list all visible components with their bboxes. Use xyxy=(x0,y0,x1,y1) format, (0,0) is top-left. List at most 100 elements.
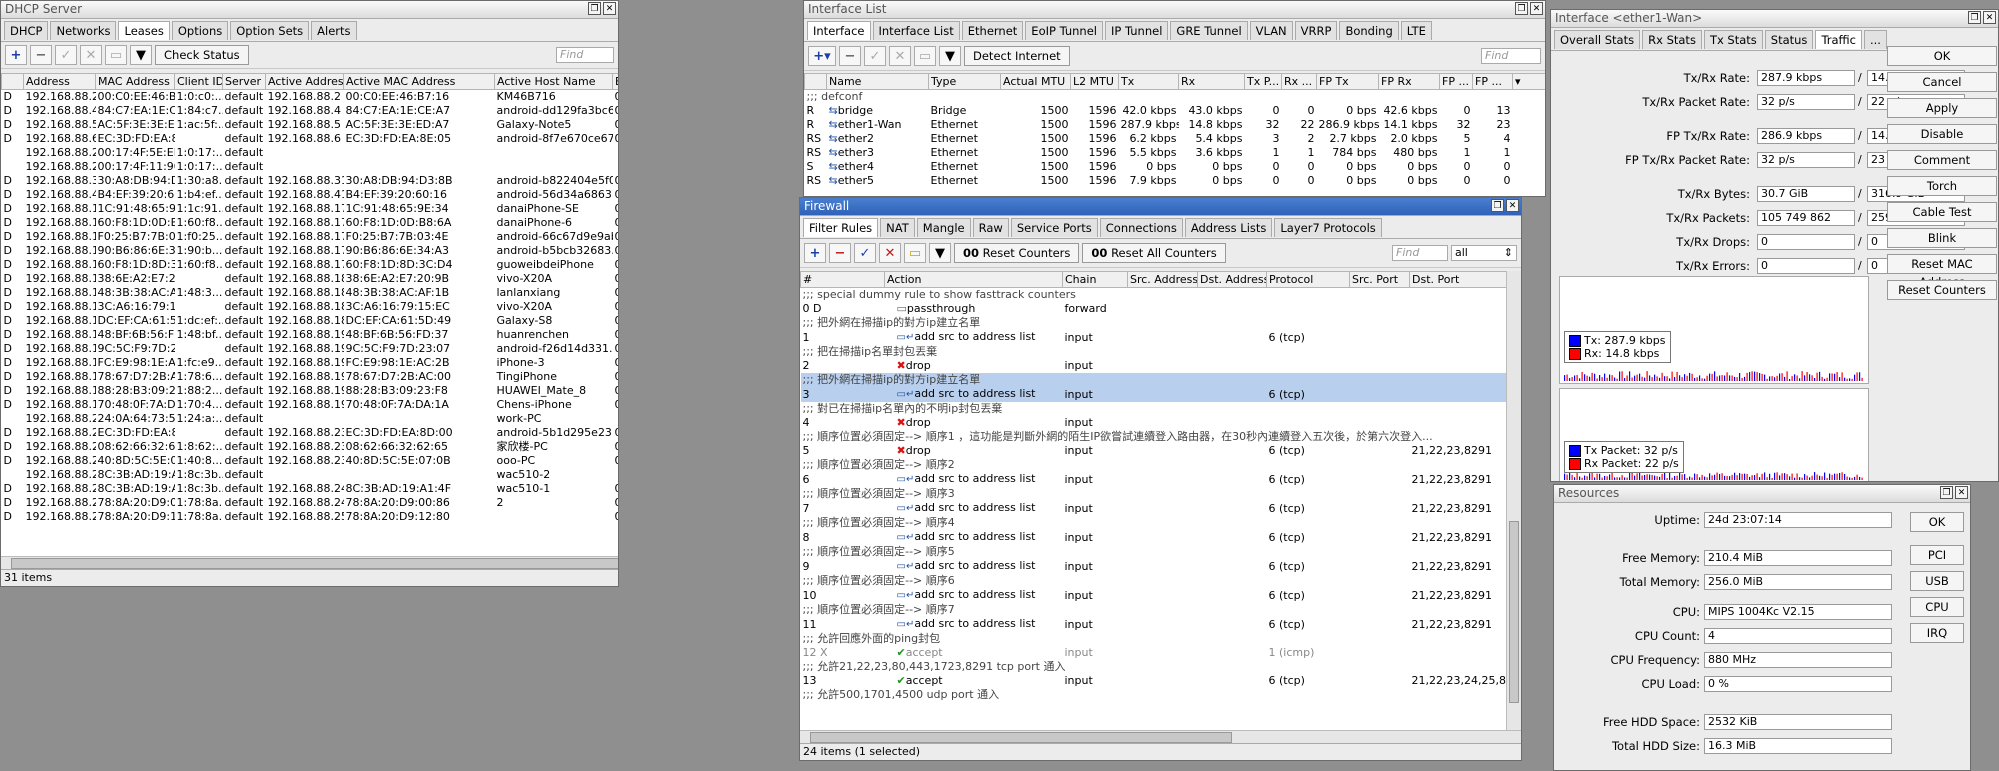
tab-interface[interactable]: Interface xyxy=(807,21,871,40)
column-header[interactable]: FP ... xyxy=(1472,73,1513,90)
table-row[interactable]: 192.168.88.2100:17:4F:11:90:2B1:0:17:...… xyxy=(2,160,619,174)
scroll-thumb[interactable] xyxy=(1509,521,1519,703)
column-header[interactable]: Src. Address xyxy=(1127,271,1198,288)
horizontal-scrollbar[interactable] xyxy=(800,730,1521,743)
cpu-button[interactable]: CPU xyxy=(1910,597,1964,617)
column-header[interactable]: Active Host Name xyxy=(494,73,613,90)
tab-gre-tunnel[interactable]: GRE Tunnel xyxy=(1170,21,1248,40)
reset-all-counters-button[interactable]: 00 Reset All Counters xyxy=(1082,243,1226,263)
comment-button[interactable]: Comment xyxy=(1887,150,1997,170)
restore-icon[interactable]: ❐ xyxy=(1515,2,1528,15)
column-header[interactable]: # xyxy=(800,271,885,288)
comment-row[interactable]: ;;; 順序位置必須固定--> 順序6 xyxy=(801,574,1508,588)
table-row[interactable]: D192.168.88.23940:8D:5C:5E:07:0B1:40:8..… xyxy=(2,454,619,468)
irq-button[interactable]: IRQ xyxy=(1910,623,1964,643)
table-row[interactable]: 2 ✖drop input xyxy=(801,359,1508,373)
column-header[interactable]: Name xyxy=(826,73,929,90)
table-row[interactable]: D192.168.88.17890:B6:86:6E:34:A31:90:b..… xyxy=(2,244,619,258)
table-row[interactable]: 192.168.88.23324:0A:64:73:5E:A31:24:a:..… xyxy=(2,412,619,426)
comment-row[interactable]: ;;; 順序位置必須固定--> 順序5 xyxy=(801,545,1508,559)
tab-mangle[interactable]: Mangle xyxy=(916,218,971,237)
find-input[interactable]: Find xyxy=(1481,48,1541,64)
table-row[interactable]: 192.168.88.2000:17:4F:5E:EE1:0:17:...def… xyxy=(2,146,619,160)
column-header[interactable]: Tx P... xyxy=(1244,73,1282,90)
comment-row[interactable]: ;;; 允許500,1701,4500 udp port 通入 xyxy=(801,688,1508,702)
field-value-tx[interactable]: 287.9 kbps xyxy=(1757,70,1855,86)
table-row[interactable]: RS ⇆ether3 Ethernet 1500 1596 5.5 kbps 3.6 kbp… xyxy=(805,146,1546,160)
find-input[interactable]: Find xyxy=(1392,245,1448,261)
table-row[interactable]: D192.168.88.18348:3B:38:AC:AF:...1:48:3.… xyxy=(2,286,619,300)
table-row[interactable]: R ⇆bridge Bridge 1500 1596 42.0 kbps 43.0 kbps… xyxy=(805,104,1546,118)
field-value[interactable]: MIPS 1004Kc V2.15 xyxy=(1704,604,1892,620)
find-input[interactable]: Find xyxy=(556,47,614,63)
firewall-title-bar[interactable]: Firewall ❐ ✕ xyxy=(800,198,1521,216)
column-header[interactable]: FP Tx xyxy=(1316,73,1379,90)
table-row[interactable]: 7 ▭↵add src to address list input 6 (tcp) 21… xyxy=(801,501,1508,516)
tab-dhcp[interactable]: DHCP xyxy=(4,21,49,40)
add-icon[interactable]: + xyxy=(5,45,27,65)
table-row[interactable]: D192.168.88.6EC:3D:FD:EA:8E:...default19… xyxy=(2,132,619,146)
table-row[interactable]: S ⇆ether4 Ethernet 1500 1596 0 bps 0 bps 0 0 0 bp… xyxy=(805,160,1546,174)
comment-row[interactable]: ;;; defconf xyxy=(805,90,1546,105)
tab-item[interactable]: ... xyxy=(1864,30,1887,49)
field-value[interactable]: 256.0 MiB xyxy=(1704,574,1892,590)
dhcp-title-bar[interactable]: DHCP Server ❐ ✕ xyxy=(1,1,618,19)
add-icon[interactable]: + xyxy=(804,243,826,263)
tab-options[interactable]: Options xyxy=(171,21,229,40)
remove-icon[interactable]: − xyxy=(839,46,861,66)
cancel-button[interactable]: Cancel xyxy=(1887,72,1997,92)
column-menu-icon[interactable]: ▾ xyxy=(1512,73,1545,90)
column-header[interactable]: FP ... xyxy=(1439,73,1473,90)
column-header[interactable]: MAC Address xyxy=(95,73,175,90)
table-row[interactable]: 6 ▭↵add src to address list input 6 (tcp) 21… xyxy=(801,472,1508,487)
enable-icon[interactable]: ✓ xyxy=(55,45,77,65)
table-row[interactable]: 4 ✖drop input xyxy=(801,416,1508,430)
comment-row[interactable]: ;;; special dummy rule to show fasttrack… xyxy=(801,288,1508,303)
disable-icon[interactable]: ✕ xyxy=(80,45,102,65)
scroll-thumb[interactable] xyxy=(11,558,618,569)
filter-icon[interactable]: ▼ xyxy=(929,243,951,263)
tab-service-ports[interactable]: Service Ports xyxy=(1010,218,1098,237)
column-header[interactable]: Active Address xyxy=(265,73,344,90)
table-row[interactable]: 192.168.88.2418C:3B:AD:19:A1:...1:8c:3b.… xyxy=(2,468,619,482)
enable-icon[interactable]: ✓ xyxy=(864,46,886,66)
tab-raw[interactable]: Raw xyxy=(972,218,1009,237)
iface-title-bar[interactable]: Interface List ❐ ✕ xyxy=(804,1,1545,19)
ok-button[interactable]: OK xyxy=(1910,512,1964,532)
column-header[interactable]: Src. Port xyxy=(1349,271,1410,288)
field-value[interactable]: 4 xyxy=(1704,628,1892,644)
comment-row[interactable]: ;;; 把外網在掃描ip的對方ip建立名單 xyxy=(800,373,1507,387)
table-row[interactable]: D192.168.88.1751C:91:48:65:9E:341:1c:91.… xyxy=(2,202,619,216)
column-header[interactable]: Address xyxy=(23,73,96,90)
table-row[interactable]: D192.168.88.17660:F8:1D:0D:B8:6A1:60:f8.… xyxy=(2,216,619,230)
tab-status[interactable]: Status xyxy=(1764,30,1814,49)
column-header[interactable]: Dst. Address xyxy=(1197,271,1267,288)
comment-icon[interactable]: ▭ xyxy=(904,243,926,263)
table-row[interactable]: D192.168.88.23808:62:66:32:62:651:8:62:.… xyxy=(2,440,619,454)
table-row[interactable]: R ⇆ether1-Wan Ethernet 1500 1596 287.9 kbps 14… xyxy=(805,118,1546,132)
table-row[interactable]: D192.168.88.186DC:EF:CA:61:5D:...1:dc:ef… xyxy=(2,314,619,328)
column-header[interactable]: Client ID xyxy=(174,73,223,90)
field-value[interactable]: 16.3 MiB xyxy=(1704,738,1892,754)
column-header[interactable] xyxy=(804,73,827,90)
tab-vlan[interactable]: VLAN xyxy=(1249,21,1293,40)
filter-icon[interactable]: ▼ xyxy=(939,46,961,66)
table-row[interactable]: D192.168.88.2428C:3B:AD:19:A1:...1:8c:3b… xyxy=(2,482,619,496)
tab-overall-stats[interactable]: Overall Stats xyxy=(1554,30,1641,49)
reset-mac-address-button[interactable]: Reset MAC Address xyxy=(1887,254,1997,289)
table-row[interactable]: D192.168.88.24978:8A:20:D9:00:861:78:8a.… xyxy=(2,496,619,510)
tab-rx-stats[interactable]: Rx Stats xyxy=(1642,30,1702,49)
restore-icon[interactable]: ❐ xyxy=(1968,11,1981,24)
field-value-tx[interactable]: 32 p/s xyxy=(1757,94,1855,110)
comment-row[interactable]: ;;; 順序位置必須固定--> 順序3 xyxy=(801,487,1508,501)
column-header[interactable]: Server xyxy=(222,73,266,90)
restore-icon[interactable]: ❐ xyxy=(1491,199,1504,212)
table-row[interactable]: RS ⇆ether5 Ethernet 1500 1596 7.9 kbps 0 bps 0 0… xyxy=(805,174,1546,188)
comment-row[interactable]: ;;; 順序位置必須固定--> 順序1 ，這功能是判斷外網的陌生IP欲嘗試連續登… xyxy=(801,430,1508,444)
tab-eoip-tunnel[interactable]: EoIP Tunnel xyxy=(1025,21,1103,40)
column-header[interactable]: L2 MTU xyxy=(1070,73,1119,90)
remove-icon[interactable]: − xyxy=(30,45,52,65)
filter-select[interactable]: all ⇕ xyxy=(1451,245,1517,261)
column-header[interactable]: Actual MTU xyxy=(1000,73,1071,90)
tab-layer7-protocols[interactable]: Layer7 Protocols xyxy=(1274,218,1382,237)
